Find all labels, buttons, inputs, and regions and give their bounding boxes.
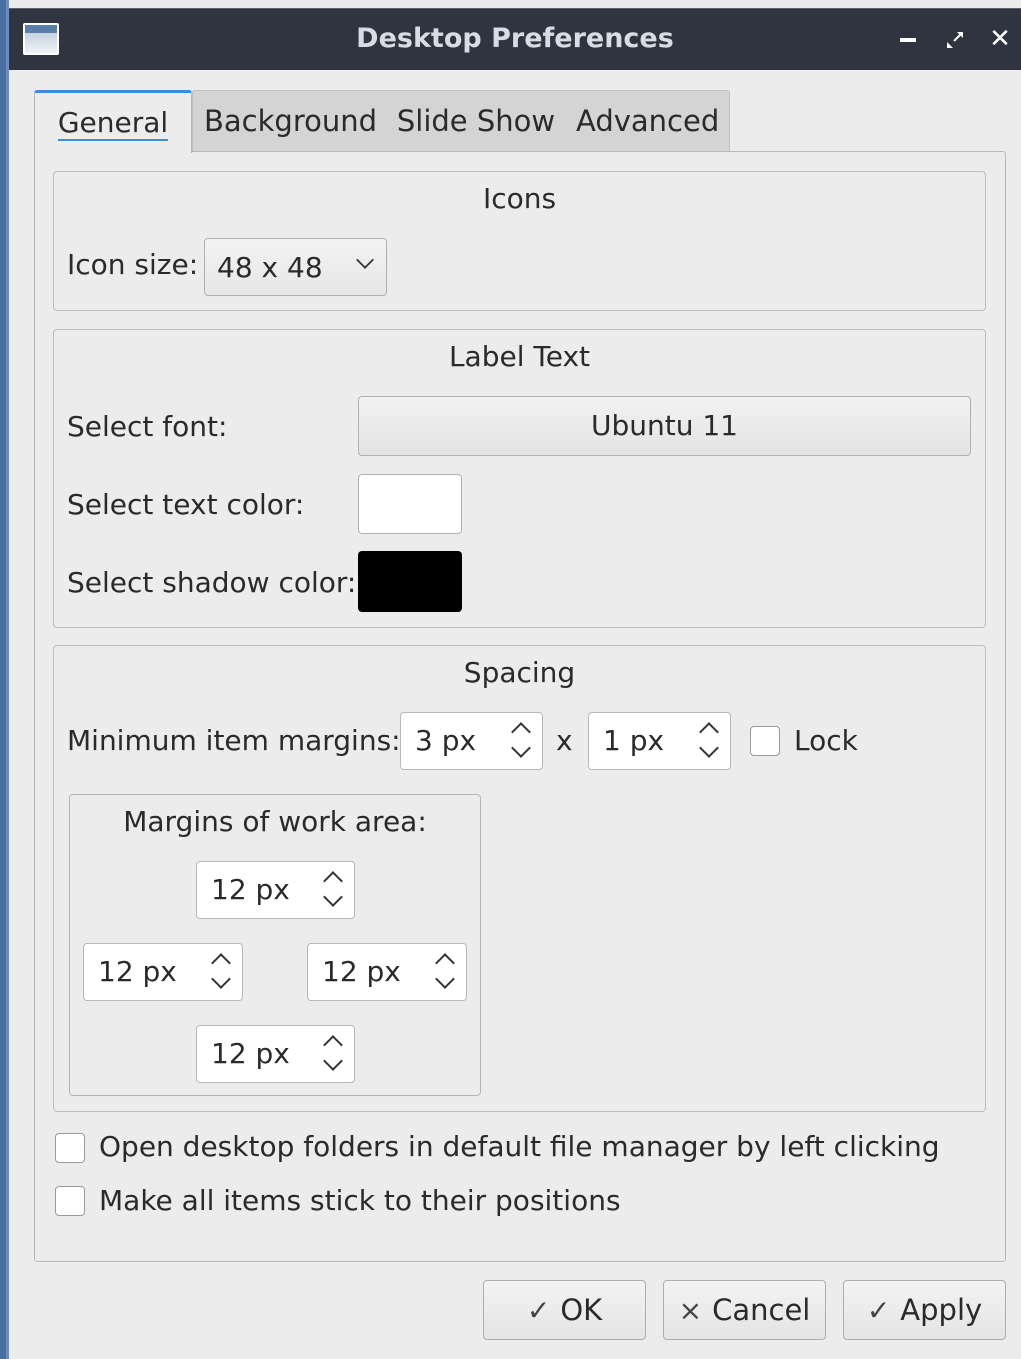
margin-separator: x (556, 724, 573, 757)
work-area-top-spinbox[interactable]: 12 px (196, 861, 355, 919)
icon-size-label: Icon size: (67, 248, 199, 281)
lock-checkbox[interactable] (750, 726, 780, 756)
cancel-label: Cancel (712, 1293, 811, 1327)
margin-x-spinbox[interactable]: 3 px (400, 712, 543, 770)
select-font-label: Select font: (67, 410, 228, 443)
work-area-right-spinbox[interactable]: 12 px (307, 943, 467, 1001)
check-icon: ✓ (526, 1294, 551, 1327)
check-icon: ✓ (866, 1294, 891, 1327)
open-folders-checkbox[interactable] (55, 1133, 85, 1163)
spin-arrows-icon[interactable] (210, 950, 232, 994)
ok-label: OK (560, 1293, 603, 1327)
label-text-group: Label Text Select font: Ubuntu 11 Select… (53, 329, 986, 628)
ok-button[interactable]: ✓ OK (483, 1280, 646, 1340)
spin-arrows-icon[interactable] (698, 719, 720, 763)
spin-arrows-icon[interactable] (322, 1032, 344, 1076)
spacing-group-title: Spacing (463, 656, 576, 689)
work-area-bottom-spinbox[interactable]: 12 px (196, 1025, 355, 1083)
chevron-down-icon (356, 251, 374, 269)
minimum-item-margins-label: Minimum item margins: (67, 724, 401, 757)
work-area-left-value: 12 px (98, 955, 177, 988)
apply-button[interactable]: ✓ Apply (843, 1280, 1006, 1340)
icon-size-value: 48 x 48 (217, 251, 323, 284)
stick-positions-checkbox[interactable] (55, 1186, 85, 1216)
spin-arrows-icon[interactable] (322, 868, 344, 912)
maximize-icon[interactable] (936, 19, 974, 59)
close-icon[interactable]: ✕ (981, 19, 1019, 59)
spin-arrows-icon[interactable] (434, 950, 456, 994)
work-area-margins-title: Margins of work area: (123, 805, 427, 838)
icon-size-select[interactable]: 48 x 48 (204, 238, 387, 296)
work-area-right-value: 12 px (322, 955, 401, 988)
title-bar[interactable]: Desktop Preferences ✕ (9, 8, 1021, 70)
apply-label: Apply (900, 1293, 983, 1327)
work-area-left-spinbox[interactable]: 12 px (83, 943, 243, 1001)
open-folders-label: Open desktop folders in default file man… (99, 1130, 940, 1163)
tab-background[interactable]: Background (204, 90, 377, 152)
preferences-window: Desktop Preferences ✕ General Background… (0, 0, 1021, 1359)
margin-x-value: 3 px (415, 724, 477, 757)
stick-positions-label: Make all items stick to their positions (99, 1184, 621, 1217)
window-title: Desktop Preferences (356, 23, 674, 54)
margin-y-value: 1 px (603, 724, 665, 757)
tab-slide-show[interactable]: Slide Show (396, 90, 556, 152)
icons-group: Icons Icon size: 48 x 48 (53, 171, 986, 311)
spin-arrows-icon[interactable] (510, 719, 532, 763)
tab-general-label: General (57, 106, 169, 141)
window-frame-left (0, 0, 9, 1359)
lock-label: Lock (794, 724, 858, 757)
select-text-color-label: Select text color: (67, 488, 305, 521)
shadow-color-button[interactable] (358, 551, 462, 612)
font-select-button[interactable]: Ubuntu 11 (358, 396, 971, 456)
icons-group-title: Icons (482, 182, 557, 215)
work-area-bottom-value: 12 px (211, 1037, 290, 1070)
cancel-button[interactable]: × Cancel (663, 1280, 826, 1340)
tab-advanced[interactable]: Advanced (576, 90, 719, 152)
margin-y-spinbox[interactable]: 1 px (588, 712, 731, 770)
work-area-top-value: 12 px (211, 873, 290, 906)
spacing-group: Spacing Minimum item margins: 3 px x 1 p… (53, 645, 986, 1112)
tab-general[interactable]: General (34, 90, 192, 153)
select-shadow-color-label: Select shadow color: (67, 566, 357, 599)
work-area-margins-group: Margins of work area: 12 px 12 px 12 px … (69, 794, 481, 1096)
x-icon: × (678, 1294, 703, 1327)
text-color-button[interactable] (358, 474, 462, 534)
label-text-group-title: Label Text (448, 340, 591, 373)
minimize-icon[interactable] (889, 19, 927, 59)
